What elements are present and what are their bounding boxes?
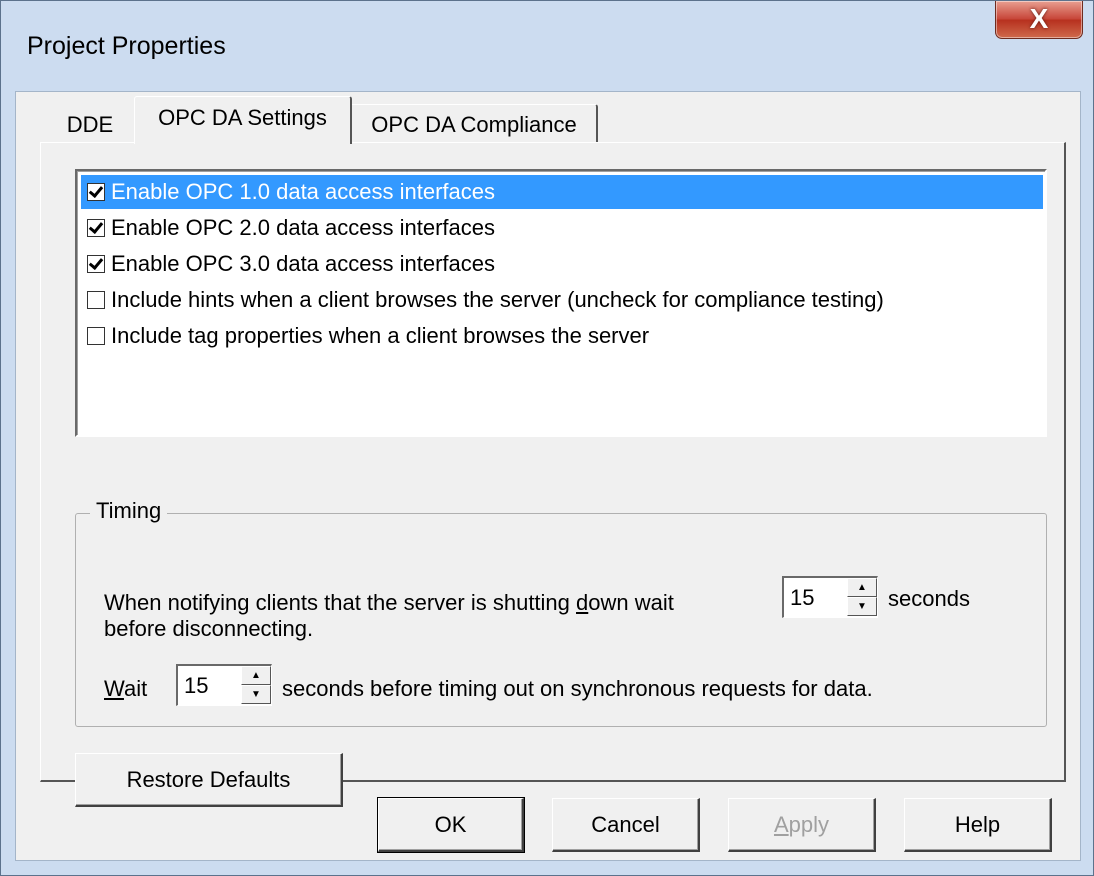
timing-group: Timing When notifying clients that the s… xyxy=(75,498,1047,727)
tab-opc-da-compliance[interactable]: OPC DA Compliance xyxy=(352,104,598,144)
shutdown-text-accel: d xyxy=(576,590,589,615)
shutdown-wait-label: When notifying clients that the server i… xyxy=(104,590,744,642)
timing-group-label: Timing xyxy=(90,498,168,524)
checkbox-include-tag-properties[interactable] xyxy=(87,327,105,345)
shutdown-wait-spinner[interactable]: ▲ ▼ xyxy=(782,576,878,618)
shutdown-spin-up-button[interactable]: ▲ xyxy=(847,578,877,597)
request-timeout-text: seconds before timing out on synchronous… xyxy=(282,676,873,701)
list-item-label: Include tag properties when a client bro… xyxy=(111,323,650,348)
checkbox-enable-opc-2[interactable] xyxy=(87,219,105,237)
options-checklist[interactable]: Enable OPC 1.0 data access interfaces En… xyxy=(75,169,1047,437)
timeout-spin-up-button[interactable]: ▲ xyxy=(241,666,271,685)
shutdown-spin-buttons: ▲ ▼ xyxy=(847,578,877,617)
tab-opc-da-settings[interactable]: OPC DA Settings xyxy=(134,96,352,144)
restore-defaults-button[interactable]: Restore Defaults xyxy=(75,753,343,807)
close-button[interactable]: X xyxy=(995,1,1083,39)
ok-button[interactable]: OK xyxy=(377,797,525,853)
list-item-label: Enable OPC 3.0 data access interfaces xyxy=(111,251,495,276)
help-button[interactable]: Help xyxy=(904,798,1052,852)
request-timeout-input[interactable] xyxy=(184,669,240,703)
dialog-client-area: DDE OPC DA Settings OPC DA Compliance En… xyxy=(15,91,1081,861)
wait-label: Wait xyxy=(104,676,147,702)
wait-label-accel: W xyxy=(104,676,124,701)
list-item-label: Include hints when a client browses the … xyxy=(111,287,884,312)
shutdown-text-part: When notifying clients that the server i… xyxy=(104,590,577,615)
shutdown-unit-label: seconds xyxy=(888,586,970,611)
shutdown-text-part: own wait xyxy=(588,590,674,615)
timeout-spin-buttons: ▲ ▼ xyxy=(241,666,271,705)
checkbox-enable-opc-3[interactable] xyxy=(87,255,105,273)
apply-rest: pply xyxy=(788,811,830,837)
apply-accel: A xyxy=(773,811,789,837)
title-bar[interactable]: Project Properties X xyxy=(1,1,1093,91)
list-item-label: Enable OPC 1.0 data access interfaces xyxy=(111,179,495,204)
shutdown-wait-input[interactable] xyxy=(790,581,846,615)
checkbox-enable-opc-1[interactable] xyxy=(87,183,105,201)
list-item-enable-opc-2[interactable]: Enable OPC 2.0 data access interfaces xyxy=(81,211,1043,245)
request-timeout-spinner[interactable]: ▲ ▼ xyxy=(176,664,272,706)
list-item-enable-opc-1[interactable]: Enable OPC 1.0 data access interfaces xyxy=(81,175,1043,209)
wait-label-rest: ait xyxy=(123,676,148,701)
list-item-include-hints[interactable]: Include hints when a client browses the … xyxy=(81,283,1043,317)
cancel-button[interactable]: Cancel xyxy=(552,798,700,852)
checkbox-include-hints[interactable] xyxy=(87,291,105,309)
tab-panel-opc-da-settings: Enable OPC 1.0 data access interfaces En… xyxy=(40,142,1066,807)
list-item-enable-opc-3[interactable]: Enable OPC 3.0 data access interfaces xyxy=(81,247,1043,281)
timeout-spin-down-button[interactable]: ▼ xyxy=(241,685,271,704)
shutdown-text-line2: before disconnecting. xyxy=(104,616,314,641)
apply-button[interactable]: Apply xyxy=(728,798,876,852)
list-item-include-tag-properties[interactable]: Include tag properties when a client bro… xyxy=(81,319,1043,353)
project-properties-dialog: Project Properties X DDE OPC DA Settings… xyxy=(0,0,1094,876)
list-item-label: Enable OPC 2.0 data access interfaces xyxy=(111,215,495,240)
close-icon: X xyxy=(1029,3,1049,34)
window-title: Project Properties xyxy=(27,32,226,60)
shutdown-spin-down-button[interactable]: ▼ xyxy=(847,597,877,616)
